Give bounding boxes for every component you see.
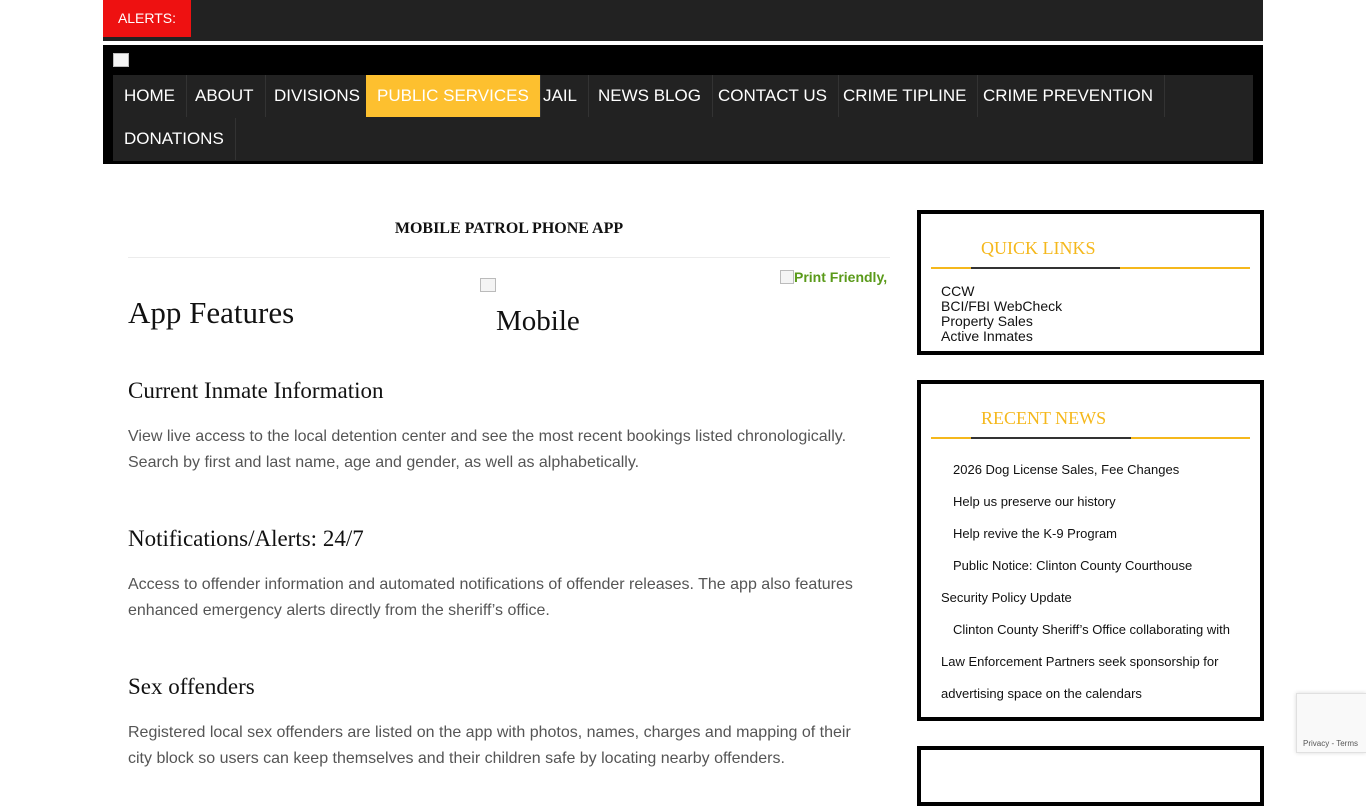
- news-item[interactable]: Help us preserve our history: [941, 486, 1241, 518]
- main-nav: HOME ABOUT DIVISIONS PUBLIC SERVICES JAI…: [113, 75, 1253, 161]
- quick-links-widget: QUICK LINKS CCW BCI/FBI WebCheck Propert…: [917, 210, 1264, 355]
- print-friendly-button[interactable]: Print Friendly,: [780, 269, 887, 285]
- recaptcha-badge[interactable]: Privacy - Terms: [1296, 693, 1366, 753]
- app-features-heading: App Features: [128, 295, 295, 330]
- recaptcha-links: Privacy - Terms: [1303, 739, 1358, 748]
- nav-item-news-blog[interactable]: NEWS BLOG: [587, 75, 713, 117]
- alerts-bar: ALERTS:: [103, 0, 1263, 41]
- recent-news-widget: RECENT NEWS 2026 Dog License Sales, Fee …: [917, 380, 1264, 721]
- recent-news-list: 2026 Dog License Sales, Fee Changes Help…: [941, 454, 1241, 710]
- news-item[interactable]: Public Notice: Clinton County Courthouse…: [941, 550, 1241, 614]
- site-header: HOME ABOUT DIVISIONS PUBLIC SERVICES JAI…: [103, 45, 1263, 164]
- nav-item-public-services[interactable]: PUBLIC SERVICES: [366, 75, 541, 117]
- site-logo-image[interactable]: [113, 53, 129, 67]
- nav-item-contact-us[interactable]: CONTACT US: [707, 75, 839, 117]
- nav-item-crime-prevention[interactable]: CRIME PREVENTION: [972, 75, 1166, 117]
- quick-link-active-inmates[interactable]: Active Inmates: [941, 329, 1062, 344]
- nav-item-crime-tipline[interactable]: CRIME TIPLINE: [832, 75, 979, 117]
- title-divider: [128, 257, 890, 258]
- nav-item-jail[interactable]: JAIL: [532, 75, 590, 117]
- print-icon: [780, 270, 794, 284]
- nav-item-home[interactable]: HOME: [113, 75, 187, 117]
- nav-item-donations[interactable]: DONATIONS: [113, 118, 236, 160]
- alerts-label: ALERTS:: [103, 0, 191, 37]
- recaptcha-privacy-link[interactable]: Privacy: [1303, 739, 1329, 748]
- section-body-sex-offenders: Registered local sex offenders are liste…: [128, 724, 851, 767]
- page-title: MOBILE PATROL PHONE APP: [394, 220, 624, 237]
- quick-links-title: QUICK LINKS: [981, 238, 1096, 258]
- news-item[interactable]: Help revive the K-9 Program: [941, 518, 1241, 550]
- nav-item-divisions[interactable]: DIVISIONS: [263, 75, 372, 117]
- recaptcha-terms-link[interactable]: Terms: [1336, 739, 1358, 748]
- quick-link-property-sales[interactable]: Property Sales: [941, 314, 1062, 329]
- quick-link-bci-fbi-webcheck[interactable]: BCI/FBI WebCheck: [941, 299, 1062, 314]
- sidebar-widget-3: [917, 746, 1264, 806]
- section-body-current-inmate: View live access to the local detention …: [128, 428, 847, 471]
- quick-link-ccw[interactable]: CCW: [941, 284, 1062, 299]
- news-item[interactable]: 2026 Dog License Sales, Fee Changes: [941, 454, 1241, 486]
- quick-links-list: CCW BCI/FBI WebCheck Property Sales Acti…: [941, 284, 1062, 344]
- recent-news-rule-dark: [971, 437, 1131, 439]
- mobile-app-image: [480, 278, 496, 292]
- section-heading-current-inmate: Current Inmate Information: [128, 378, 384, 403]
- quick-links-rule-dark: [971, 267, 1120, 269]
- print-friendly-label: Print Friendly,: [794, 269, 888, 285]
- section-heading-notifications: Notifications/Alerts: 24/7: [128, 526, 364, 551]
- nav-item-about[interactable]: ABOUT: [184, 75, 266, 117]
- mobile-image-alt-text: Mobile: [496, 305, 580, 337]
- news-item[interactable]: Clinton County Sheriff’s Office collabor…: [941, 614, 1241, 710]
- section-heading-sex-offenders: Sex offenders: [128, 674, 255, 699]
- section-body-notifications: Access to offender information and autom…: [128, 576, 853, 619]
- recent-news-title: RECENT NEWS: [981, 408, 1107, 428]
